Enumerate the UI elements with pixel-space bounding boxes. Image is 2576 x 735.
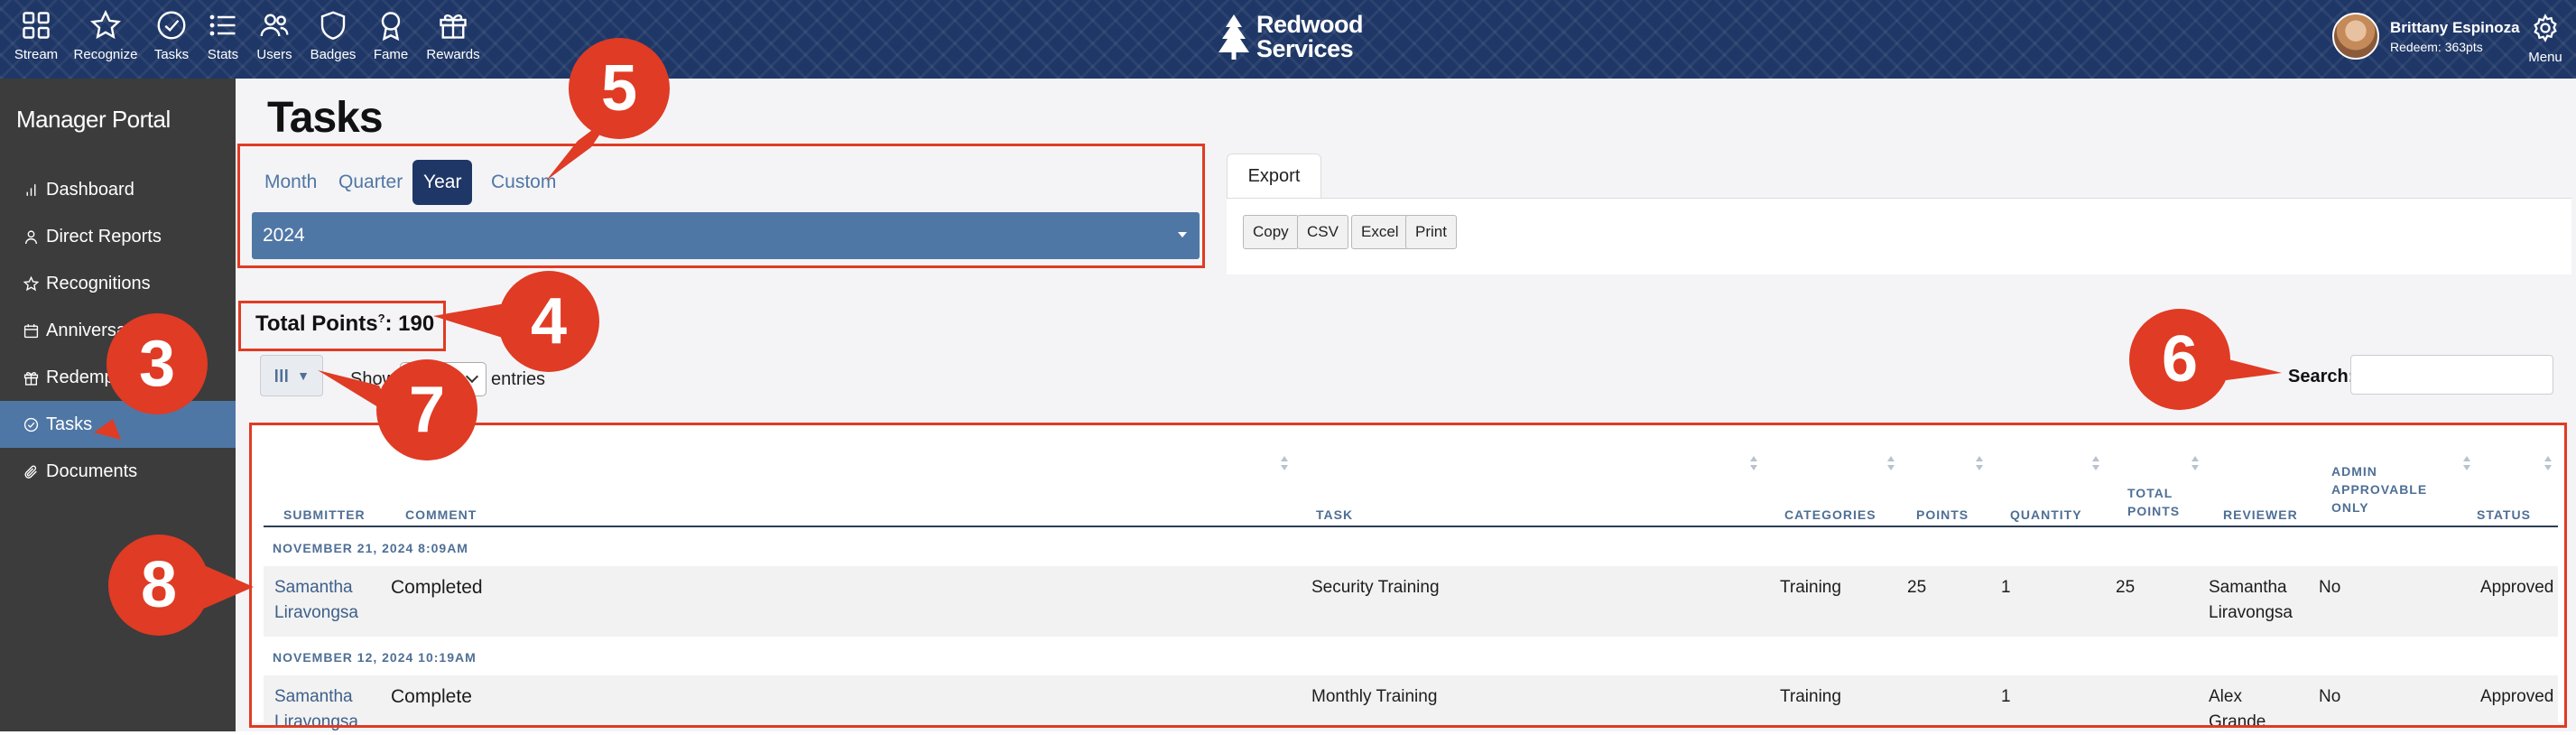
sidebar-item-label: Recognitions — [46, 273, 151, 293]
person-icon — [24, 229, 38, 244]
user-name: Brittany Espinoza — [2390, 18, 2520, 36]
menu-label: Menu — [2528, 50, 2562, 65]
sidebar: Manager Portal Dashboard Direct Reports … — [0, 79, 236, 731]
copy-button[interactable]: Copy — [1243, 215, 1299, 249]
gift-icon — [440, 14, 467, 39]
page-title: Tasks — [267, 94, 384, 142]
sidebar-item-label: Tasks — [46, 414, 93, 434]
check-circle-icon — [23, 417, 39, 432]
gear-icon — [2534, 14, 2557, 42]
users-icon — [260, 14, 289, 37]
nav-rewards-label: Rewards — [426, 47, 480, 62]
brand-line-1: Redwood — [1256, 11, 1364, 38]
sidebar-item-label: Direct Reports — [46, 226, 162, 247]
callout-badge-3: 3 — [107, 313, 208, 414]
check-circle-icon — [157, 11, 186, 40]
export-body: Copy CSV Excel Print — [1227, 198, 2571, 274]
callout-badge-6: 6 — [2129, 309, 2230, 410]
bar-chart-icon — [26, 183, 36, 196]
entries-label: entries — [491, 368, 546, 389]
user-profile[interactable]: Brittany Espinoza Redeem: 363pts — [2332, 13, 2520, 60]
callout-box-4 — [238, 301, 446, 351]
search-input[interactable] — [2350, 355, 2553, 395]
export-panel: Export Copy CSV Excel Print — [1227, 154, 2571, 278]
sidebar-item-tasks[interactable]: Tasks — [0, 401, 236, 448]
callout-badge-7: 7 — [376, 359, 477, 461]
list-icon — [209, 14, 236, 36]
csv-button[interactable]: CSV — [1297, 215, 1348, 249]
nav-fame-label: Fame — [373, 47, 409, 62]
nav-rewards[interactable]: Rewards — [417, 9, 489, 62]
brand-line-2: Services — [1256, 35, 1354, 62]
columns-icon — [275, 369, 288, 382]
nav-recognize-label: Recognize — [73, 47, 138, 62]
callout-box-8 — [249, 423, 2567, 728]
sidebar-item-direct-reports[interactable]: Direct Reports — [0, 213, 236, 260]
calendar-icon — [23, 323, 39, 338]
excel-button[interactable]: Excel — [1351, 215, 1409, 249]
portal-title: Manager Portal — [16, 106, 171, 133]
award-icon — [381, 12, 401, 42]
nav-recognize[interactable]: Recognize — [69, 9, 142, 62]
grid-icon — [23, 12, 50, 39]
sidebar-item-dashboard[interactable]: Dashboard — [0, 166, 236, 213]
menu-button[interactable]: Menu — [2518, 13, 2572, 65]
search-label: Search: — [2288, 367, 2355, 386]
callout-badge-4: 4 — [498, 271, 599, 372]
user-points: Redeem: 363pts — [2390, 39, 2483, 54]
nav-stream[interactable]: Stream — [0, 9, 72, 62]
callout-badge-5: 5 — [569, 38, 670, 139]
sidebar-item-label: Redemp — [46, 367, 115, 387]
nav-fame[interactable]: Fame — [355, 9, 427, 62]
caret-down-icon: ▼ — [297, 368, 310, 383]
callout-badge-8: 8 — [108, 535, 209, 636]
column-visibility-button[interactable]: ▼ — [260, 355, 323, 396]
nav-tasks-label: Tasks — [153, 47, 190, 62]
shield-icon — [320, 11, 346, 40]
nav-stream-label: Stream — [14, 47, 59, 62]
tree-icon — [1219, 14, 1249, 60]
callout-box-5 — [237, 144, 1205, 268]
sidebar-item-label: Documents — [46, 461, 138, 481]
print-button[interactable]: Print — [1405, 215, 1457, 249]
avatar[interactable] — [2332, 13, 2379, 60]
sidebar-item-documents[interactable]: Documents — [0, 448, 236, 495]
paperclip-icon — [24, 465, 37, 479]
nav-stats-label: Stats — [207, 47, 239, 62]
sidebar-item-recognitions[interactable]: Recognitions — [0, 260, 236, 307]
tab-export[interactable]: Export — [1227, 154, 1321, 199]
nav-badges-label: Badges — [310, 47, 357, 62]
brand-logo[interactable]: Redwood Services — [1219, 11, 1364, 62]
star-icon — [90, 9, 121, 40]
gift-icon — [23, 371, 39, 386]
sidebar-item-label: Dashboard — [46, 179, 134, 200]
nav-users-label: Users — [256, 47, 292, 62]
top-navigation-bar: Stream Recognize Tasks Stats Users Badge… — [0, 0, 2576, 79]
star-icon — [23, 275, 39, 291]
